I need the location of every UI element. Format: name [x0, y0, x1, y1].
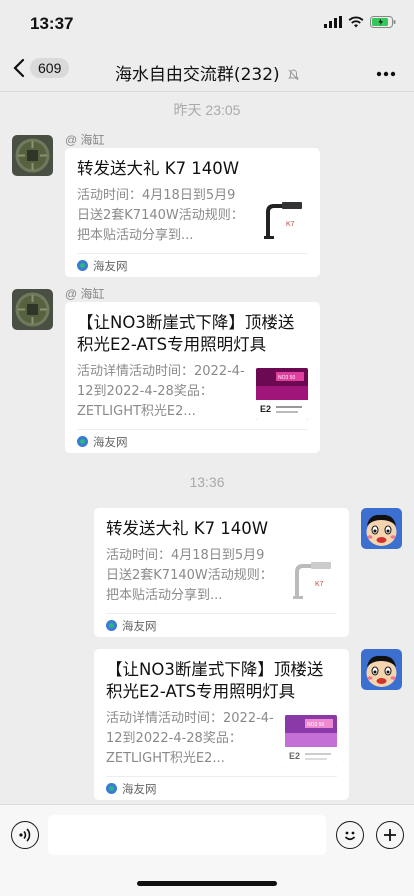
link-card[interactable]: 【让NO3断崖式下降】顶楼送积光E2-ATS专用照明灯具 活动详情活动时间：20… [94, 649, 349, 800]
card-title: 转发送大礼 K7 140W [106, 519, 269, 538]
status-icons [324, 16, 396, 28]
emoji-button[interactable] [336, 821, 364, 849]
card-source-name: 海友网 [122, 618, 157, 633]
card-title: 【让NO3断崖式下降】顶楼送积光E2-ATS专用照明灯具 [77, 313, 295, 354]
mute-bell-icon [288, 69, 299, 81]
status-time: 13:37 [30, 14, 74, 33]
card-description: 活动时间：4月18日到5月9日送2套K7140W活动规则：把本贴活动分享到... [77, 188, 244, 243]
sender-avatar[interactable] [12, 289, 53, 330]
plus-icon [384, 829, 396, 841]
card-title: 【让NO3断崖式下降】顶楼送积光E2-ATS专用照明灯具 [106, 660, 324, 701]
cartoon-avatar-image [361, 649, 402, 690]
nav-bar: 609 海水自由交流群(232) [0, 50, 414, 92]
status-bar: 13:37 [0, 0, 414, 50]
time-separator: 昨天 23:05 [173, 102, 241, 118]
link-card[interactable]: 转发送大礼 K7 140W 活动时间：4月18日到5月9日送2套K7140W活动… [65, 148, 320, 277]
thumb-e2-label: E2 [289, 751, 300, 761]
cartoon-avatar-image [361, 508, 402, 549]
lamp-thumbnail-image: K7 [285, 552, 337, 604]
thumb-e2-label: E2 [260, 404, 271, 414]
card-thumbnail: K7 [256, 192, 308, 244]
sender-name: @ 海缸 [65, 287, 105, 301]
more-options-button[interactable] [376, 58, 396, 82]
home-indicator [137, 881, 277, 886]
card-source: 海友网 [77, 253, 308, 277]
thumb-banner-label: NO3 50 [278, 375, 295, 381]
card-source: 海友网 [77, 429, 308, 453]
card-source-name: 海友网 [122, 781, 157, 796]
emoji-icon [344, 831, 356, 841]
voice-input-button[interactable] [11, 821, 39, 849]
time-separator: 13:36 [189, 474, 225, 490]
coin-avatar-image [12, 135, 53, 176]
chat-area[interactable]: 昨天 23:05 @ 海缸 转发送大礼 K7 140W 活动时间：4月18日到5… [0, 92, 414, 804]
card-source: 海友网 [106, 776, 337, 800]
coin-avatar-image [12, 289, 53, 330]
e2-thumbnail-image: NO3 50 E2 [285, 715, 337, 767]
more-actions-button[interactable] [376, 821, 404, 849]
source-logo-icon [77, 260, 88, 271]
wifi-icon [348, 16, 364, 28]
battery-icon [370, 16, 396, 28]
e2-thumbnail-image: NO3 50 E2 [256, 368, 308, 420]
source-logo-icon [106, 620, 117, 631]
my-avatar[interactable] [361, 508, 402, 549]
thumb-banner-label: NO3 50 [307, 722, 324, 728]
voice-icon [19, 828, 31, 842]
message-input[interactable] [48, 815, 326, 855]
card-thumbnail: NO3 50 E2 [256, 368, 308, 420]
card-source-name: 海友网 [93, 434, 128, 449]
lamp-thumbnail-image: K7 [256, 192, 308, 244]
my-avatar[interactable] [361, 649, 402, 690]
thumb-k7-label: K7 [315, 581, 324, 588]
more-dots-icon [376, 71, 396, 77]
source-logo-icon [106, 783, 117, 794]
chat-title-text: 海水自由交流群(232) [114, 65, 280, 85]
card-thumbnail: K7 [285, 552, 337, 604]
card-description: 活动详情活动时间：2022-4-12到2022-4-28奖品：ZETLIGHT积… [106, 711, 274, 766]
card-source-name: 海友网 [93, 258, 128, 273]
link-card[interactable]: 转发送大礼 K7 140W 活动时间：4月18日到5月9日送2套K7140W活动… [94, 508, 349, 637]
card-title: 转发送大礼 K7 140W [77, 159, 240, 178]
card-source: 海友网 [106, 613, 337, 637]
sender-avatar[interactable] [12, 135, 53, 176]
source-logo-icon [77, 436, 88, 447]
card-description: 活动详情活动时间：2022-4-12到2022-4-28奖品：ZETLIGHT积… [77, 364, 245, 419]
thumb-k7-label: K7 [286, 221, 295, 228]
signal-icon [324, 16, 342, 28]
chat-title: 海水自由交流群(232) [0, 60, 414, 85]
card-description: 活动时间：4月18日到5月9日送2套K7140W活动规则：把本贴活动分享到... [106, 548, 273, 603]
sender-name: @ 海缸 [65, 133, 105, 147]
link-card[interactable]: 【让NO3断崖式下降】顶楼送积光E2-ATS专用照明灯具 活动详情活动时间：20… [65, 302, 320, 453]
card-thumbnail: NO3 50 E2 [285, 715, 337, 767]
